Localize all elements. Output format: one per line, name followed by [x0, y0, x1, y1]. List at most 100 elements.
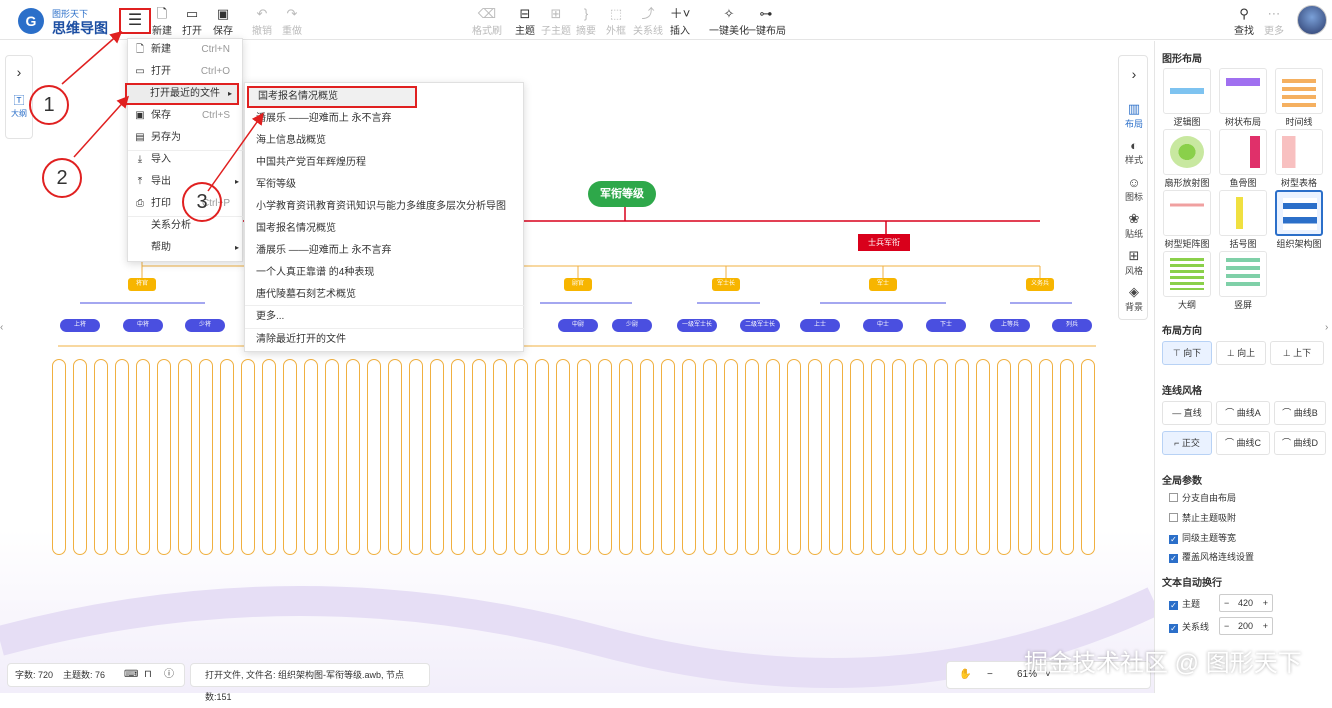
blue-topic[interactable]: 上等兵: [990, 319, 1030, 332]
blue-topic[interactable]: 少尉: [612, 319, 652, 332]
leaf-topic[interactable]: [640, 359, 654, 555]
topic-width-stepper[interactable]: −420 +: [1219, 594, 1273, 612]
topic-width-value[interactable]: 420: [1238, 595, 1253, 611]
menu-item-help[interactable]: 帮助 ▸: [128, 237, 244, 259]
layout-toggle-icon[interactable]: ⊓: [144, 664, 152, 686]
no-snap-checkbox[interactable]: 禁止主题吸附: [1169, 511, 1236, 524]
leaf-topic[interactable]: [346, 359, 360, 555]
yellow-topic[interactable]: 义务兵: [1026, 278, 1054, 291]
layout-org-chart[interactable]: [1275, 190, 1323, 236]
leaf-topic[interactable]: [199, 359, 213, 555]
outline-label[interactable]: 大纲: [6, 108, 32, 119]
leaf-topic[interactable]: [724, 359, 738, 555]
recent-file-item[interactable]: 军衔等级: [245, 174, 525, 196]
beautify-button[interactable]: ✧ 一键美化: [708, 6, 750, 37]
relation-width-stepper[interactable]: −200 +: [1219, 617, 1273, 635]
line-straight-button[interactable]: — 直线: [1162, 401, 1212, 425]
search-button[interactable]: ⚲ 查找: [1229, 6, 1259, 37]
relation-button[interactable]: ⤴ 关系线: [630, 6, 666, 37]
recent-file-item[interactable]: 一个人真正靠谱 的4种表现: [245, 262, 525, 284]
red-topic[interactable]: 士兵军衔: [858, 234, 910, 251]
leaf-topic[interactable]: [388, 359, 402, 555]
leaf-topic[interactable]: [304, 359, 318, 555]
menu-item-new[interactable]: 🗋 新建 Ctrl+N: [128, 39, 244, 61]
layout-tree-table[interactable]: [1275, 129, 1323, 175]
leaf-topic[interactable]: [409, 359, 423, 555]
leaf-topic[interactable]: [682, 359, 696, 555]
leaf-topic[interactable]: [913, 359, 927, 555]
layout-outline[interactable]: [1163, 251, 1211, 297]
minus-icon[interactable]: −: [1224, 618, 1229, 634]
root-topic[interactable]: 军衔等级: [588, 181, 656, 207]
zoom-out-icon[interactable]: −: [987, 662, 993, 688]
blue-topic[interactable]: 一级军士长: [677, 319, 717, 332]
more-recent-item[interactable]: 更多...: [245, 306, 525, 328]
recent-file-item[interactable]: 潘展乐 ——迎难而上 永不言弃: [245, 240, 525, 262]
blue-topic[interactable]: 二级军士长: [740, 319, 780, 332]
leaf-topic[interactable]: [493, 359, 507, 555]
recent-file-item[interactable]: 海上信息战概览: [245, 130, 525, 152]
layout-radial[interactable]: [1163, 129, 1211, 175]
layout-logic[interactable]: [1163, 68, 1211, 114]
leaf-topic[interactable]: [325, 359, 339, 555]
leaf-topic[interactable]: [997, 359, 1011, 555]
line-curve-a-button[interactable]: ⌒ 曲线A: [1216, 401, 1270, 425]
override-line-checkbox[interactable]: ✓ 覆盖风格连线设置: [1169, 550, 1254, 563]
blue-topic[interactable]: 中士: [863, 319, 903, 332]
leaf-topic[interactable]: [1039, 359, 1053, 555]
layout-tree-matrix[interactable]: [1163, 190, 1211, 236]
yellow-topic[interactable]: 尉官: [564, 278, 592, 291]
line-curve-b-button[interactable]: ⌒ 曲线B: [1274, 401, 1326, 425]
keyboard-icon[interactable]: ⌨: [124, 664, 138, 686]
recent-file-item[interactable]: 国考报名情况概览: [245, 218, 525, 240]
wrap-topic-checkbox[interactable]: ✓ 主题: [1169, 597, 1200, 610]
tab-style[interactable]: ◐ 样式: [1119, 138, 1149, 166]
redo-button[interactable]: ↷ 重做: [274, 6, 310, 37]
layout-bracket[interactable]: [1219, 190, 1267, 236]
recent-file-item[interactable]: 国考报名情况概览: [247, 86, 417, 108]
format-brush-button[interactable]: ⌫ 格式刷: [469, 6, 505, 37]
blue-topic[interactable]: 列兵: [1052, 319, 1092, 332]
leaf-topic[interactable]: [514, 359, 528, 555]
leaf-topic[interactable]: [367, 359, 381, 555]
hand-icon[interactable]: ✋: [959, 662, 971, 688]
tab-icons[interactable]: ☺ 图标: [1119, 175, 1149, 203]
yellow-topic[interactable]: 军士: [869, 278, 897, 291]
more-button[interactable]: ⋯ 更多: [1259, 6, 1289, 37]
line-orthogonal-button[interactable]: ⌐ 正交: [1162, 431, 1212, 455]
leaf-topic[interactable]: [766, 359, 780, 555]
free-layout-checkbox[interactable]: 分支自由布局: [1169, 491, 1236, 504]
avatar[interactable]: [1297, 5, 1327, 35]
recent-file-item[interactable]: 中国共产党百年辉煌历程: [245, 152, 525, 174]
menu-item-import[interactable]: ⤓ 导入: [128, 149, 244, 171]
leaf-topic[interactable]: [976, 359, 990, 555]
blue-topic[interactable]: 中将: [123, 319, 163, 332]
leaf-topic[interactable]: [577, 359, 591, 555]
right-handle-icon[interactable]: ›: [1325, 322, 1328, 333]
yellow-topic[interactable]: 军士长: [712, 278, 740, 291]
plus-icon[interactable]: +: [1263, 618, 1268, 634]
blue-topic[interactable]: 少将: [185, 319, 225, 332]
clear-recent-item[interactable]: 清除最近打开的文件: [245, 329, 525, 351]
leaf-topic[interactable]: [136, 359, 150, 555]
menu-item-open[interactable]: ▭ 打开 Ctrl+O: [128, 61, 244, 83]
tab-layout[interactable]: ▥ 布局: [1119, 101, 1149, 130]
line-curve-c-button[interactable]: ⌒ 曲线C: [1216, 431, 1270, 455]
blue-topic[interactable]: 上将: [60, 319, 100, 332]
leaf-topic[interactable]: [283, 359, 297, 555]
leaf-topic[interactable]: [745, 359, 759, 555]
blue-topic[interactable]: 中尉: [558, 319, 598, 332]
tab-theme[interactable]: ⊞ 风格: [1119, 248, 1149, 277]
leaf-topic[interactable]: [73, 359, 87, 555]
leaf-topic[interactable]: [619, 359, 633, 555]
equal-width-checkbox[interactable]: ✓ 同级主题等宽: [1169, 531, 1236, 544]
leaf-topic[interactable]: [556, 359, 570, 555]
layout-fishbone[interactable]: [1219, 129, 1267, 175]
leaf-topic[interactable]: [1060, 359, 1074, 555]
leaf-topic[interactable]: [115, 359, 129, 555]
leaf-topic[interactable]: [661, 359, 675, 555]
leaf-topic[interactable]: [241, 359, 255, 555]
direction-up-button[interactable]: ⊥ 向上: [1216, 341, 1266, 365]
leaf-topic[interactable]: [703, 359, 717, 555]
recent-file-item[interactable]: 潘展乐 ——迎难而上 永不言弃: [245, 108, 525, 130]
